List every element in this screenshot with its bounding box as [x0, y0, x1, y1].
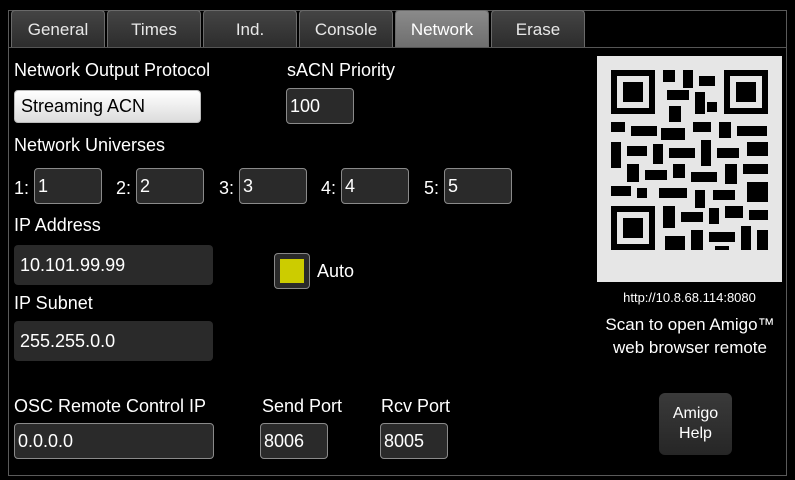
- rcv-port-label: Rcv Port: [381, 396, 451, 416]
- auto-checkbox[interactable]: [274, 253, 310, 289]
- osc-ip-input[interactable]: 0.0.0.0: [14, 423, 214, 459]
- auto-label: Auto: [317, 261, 355, 281]
- universe-5-label: 5:: [424, 178, 440, 198]
- checkbox-fill: [280, 259, 304, 283]
- osc-ip-label: OSC Remote Control IP: [14, 396, 207, 416]
- priority-label: sACN Priority: [287, 60, 396, 80]
- universe-3-label: 3:: [219, 178, 235, 198]
- tab-bar: General Times Ind. Console Network Erase: [11, 10, 587, 48]
- ip-subnet-label: IP Subnet: [14, 293, 93, 313]
- universe-4-input[interactable]: 4: [341, 168, 409, 204]
- universe-3-input[interactable]: 3: [239, 168, 307, 204]
- universe-2-label: 2:: [116, 178, 132, 198]
- universe-2-input[interactable]: 2: [136, 168, 204, 204]
- universe-1-input[interactable]: 1: [34, 168, 102, 204]
- protocol-select[interactable]: Streaming ACN: [14, 90, 201, 123]
- tab-console[interactable]: Console: [299, 10, 393, 48]
- qr-code: [597, 56, 782, 282]
- rcv-port-input[interactable]: 8005: [380, 423, 448, 459]
- ip-address-label: IP Address: [14, 215, 101, 235]
- universe-1-label: 1:: [14, 178, 30, 198]
- protocol-label: Network Output Protocol: [14, 60, 211, 80]
- qr-caption-line2: web browser remote: [612, 338, 767, 357]
- ip-subnet-input[interactable]: 255.255.0.0: [14, 321, 213, 361]
- qr-code-icon: [611, 70, 768, 250]
- tab-network[interactable]: Network: [395, 10, 489, 48]
- send-port-label: Send Port: [262, 396, 343, 416]
- universes-label: Network Universes: [14, 135, 166, 155]
- tab-general[interactable]: General: [11, 10, 105, 48]
- priority-input[interactable]: 100: [286, 88, 354, 124]
- qr-caption-line1: Scan to open Amigo™: [605, 315, 775, 334]
- universe-4-label: 4:: [321, 178, 337, 198]
- send-port-input[interactable]: 8006: [260, 423, 328, 459]
- universe-5-input[interactable]: 5: [444, 168, 512, 204]
- help-line1: Amigo: [672, 405, 719, 422]
- tab-times[interactable]: Times: [107, 10, 201, 48]
- amigo-help-button[interactable]: Amigo Help: [659, 393, 732, 455]
- tab-erase[interactable]: Erase: [491, 10, 585, 48]
- help-line2: Help: [679, 425, 712, 442]
- ip-address-input[interactable]: 10.101.99.99: [14, 245, 213, 285]
- tab-divider: [9, 47, 786, 48]
- tab-ind[interactable]: Ind.: [203, 10, 297, 48]
- remote-url: http://10.8.68.114:8080: [623, 290, 756, 305]
